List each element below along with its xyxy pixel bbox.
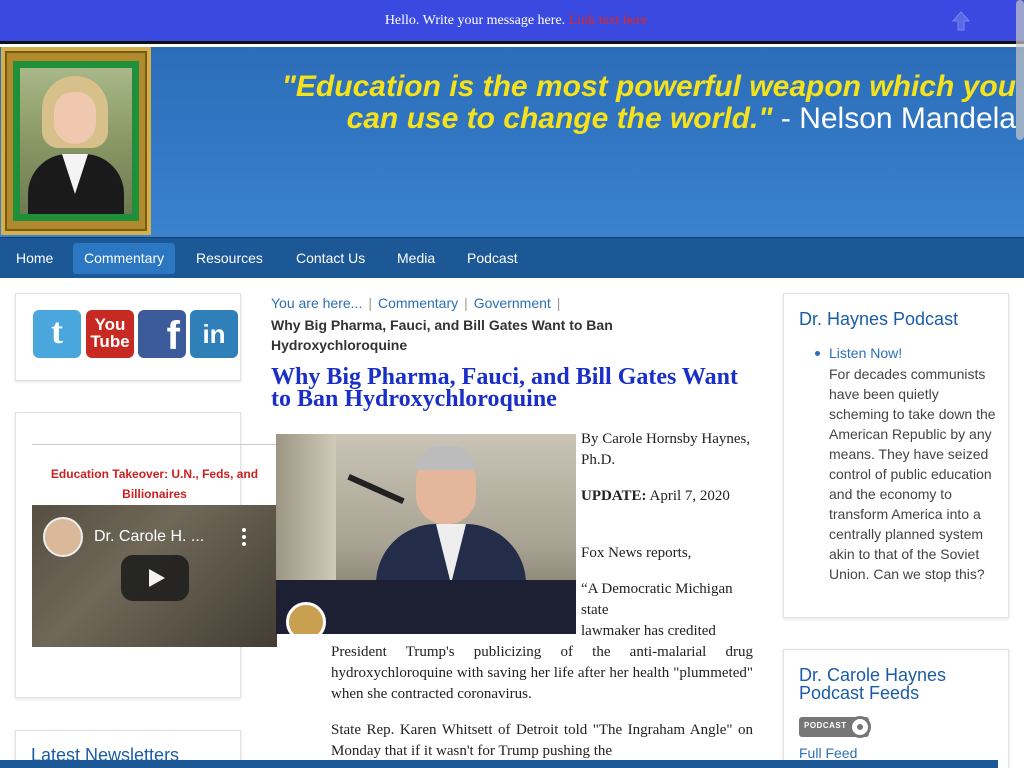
linkedin-icon[interactable]: in <box>190 310 238 358</box>
header-quote-line2-text: can use to change the world." <box>346 102 773 135</box>
breadcrumb-separator: | <box>464 295 468 311</box>
play-button[interactable] <box>121 555 189 601</box>
nav-commentary[interactable]: Commentary <box>73 243 176 274</box>
podcast-panel-title: Dr. Haynes Podcast <box>799 309 959 329</box>
breadcrumb-commentary[interactable]: Commentary <box>378 295 458 311</box>
nav-media[interactable]: Media <box>386 243 446 274</box>
twitter-icon-glyph: t <box>51 311 63 351</box>
podcast-panel: Dr. Haynes Podcast Listen Now! For decad… <box>783 293 1009 618</box>
video-divider <box>32 444 277 445</box>
photo-microphone <box>347 474 405 504</box>
article-update: UPDATE: April 7, 2020 <box>581 486 751 507</box>
header-quote-line1: "Education is the most powerful weapon w… <box>281 71 1016 103</box>
page-scrollbar[interactable] <box>1016 0 1024 140</box>
list-bullet <box>815 351 820 356</box>
linkedin-icon-glyph: in <box>202 319 226 349</box>
site-header: "Education is the most powerful weapon w… <box>0 47 1024 237</box>
breadcrumb-you-are-here: You are here... <box>271 295 363 311</box>
video-title: Education Takeover: U.N., Feds, and Bill… <box>50 467 259 501</box>
article-byline: By Carole Hornsby Haynes, Ph.D. <box>581 431 751 468</box>
notification-link[interactable]: Link text here <box>569 13 648 28</box>
scroll-up-arrow-icon[interactable] <box>951 10 971 32</box>
header-quote: "Education is the most powerful weapon w… <box>180 71 1016 135</box>
portrait-photo <box>20 68 132 214</box>
breadcrumb: You are here... | Commentary | Government | <box>271 295 566 311</box>
article-title[interactable]: Why Big Pharma, Fauci, and Bill Gates Wa… <box>271 365 751 411</box>
nav-contact-us[interactable]: Contact Us <box>285 243 376 274</box>
portrait-face <box>54 92 96 144</box>
photo-hair <box>416 446 476 470</box>
breadcrumb-current: Why Big Pharma, Fauci, and Bill Gates Wa… <box>271 317 613 353</box>
social-panel: t You Tube f in <box>15 293 241 381</box>
article-quote-continued: lawmaker has credited <box>581 623 716 639</box>
update-date: April 7, 2020 <box>649 488 730 504</box>
play-icon <box>149 569 165 587</box>
presidential-seal <box>286 602 326 634</box>
podcast-badge-text: PODCAST <box>804 721 847 730</box>
twitter-icon[interactable]: t <box>33 310 81 358</box>
article-photo <box>276 434 576 634</box>
podcast-broadcast-icon <box>849 716 871 738</box>
full-feed-link[interactable]: Full Feed <box>799 745 857 761</box>
facebook-icon[interactable]: f <box>138 310 186 358</box>
channel-avatar[interactable] <box>43 517 83 557</box>
podcast-description: For decades communists have been quietly… <box>829 366 996 582</box>
update-label: UPDATE: <box>581 488 647 504</box>
nav-podcast[interactable]: Podcast <box>456 243 529 274</box>
portrait-mat <box>13 61 139 221</box>
listen-now-link[interactable]: Listen Now! <box>829 345 902 361</box>
more-options-icon[interactable] <box>237 527 251 547</box>
podcast-broadcast-dot <box>857 724 863 730</box>
video-panel: Education Takeover: U.N., Feds, and Bill… <box>15 412 277 698</box>
article-quote-body: President Trump's publicizing of the ant… <box>331 644 753 702</box>
video-channel-title[interactable]: Dr. Carole H. ... <box>94 528 204 546</box>
quote-author: - Nelson Mandela <box>772 102 1016 135</box>
breadcrumb-separator: | <box>556 295 561 311</box>
breadcrumb-government[interactable]: Government <box>474 295 551 311</box>
breadcrumb-separator: | <box>368 295 372 311</box>
nav-resources[interactable]: Resources <box>185 243 274 274</box>
header-quote-line2: can use to change the world." - Nelson M… <box>180 103 1016 135</box>
notification-bar: Hello. Write your message here. Link tex… <box>0 0 1024 44</box>
notification-text: Hello. Write your message here. <box>384 13 566 28</box>
article-source-line: Fox News reports, <box>581 545 692 561</box>
facebook-icon-glyph: f <box>166 314 180 358</box>
nav-home[interactable]: Home <box>5 243 64 274</box>
bottom-bar <box>0 760 998 768</box>
main-nav: Home Commentary Resources Contact Us Med… <box>0 237 1024 278</box>
feeds-panel: Dr. Carole Haynes Podcast Feeds PODCAST … <box>783 649 1009 768</box>
youtube-icon[interactable]: You Tube <box>86 310 134 358</box>
article-quote-start: “A Democratic Michigan state <box>581 581 733 618</box>
feeds-panel-title: Dr. Carole Haynes Podcast Feeds <box>799 665 947 703</box>
notification-message: Hello. Write your message here. Link tex… <box>0 13 1024 29</box>
podcast-badge-icon[interactable]: PODCAST <box>799 716 871 738</box>
article-paragraph-2: State Rep. Karen Whitsett of Detroit tol… <box>331 722 753 759</box>
author-portrait <box>1 47 151 235</box>
video-player[interactable]: Dr. Carole H. ... <box>32 505 277 647</box>
